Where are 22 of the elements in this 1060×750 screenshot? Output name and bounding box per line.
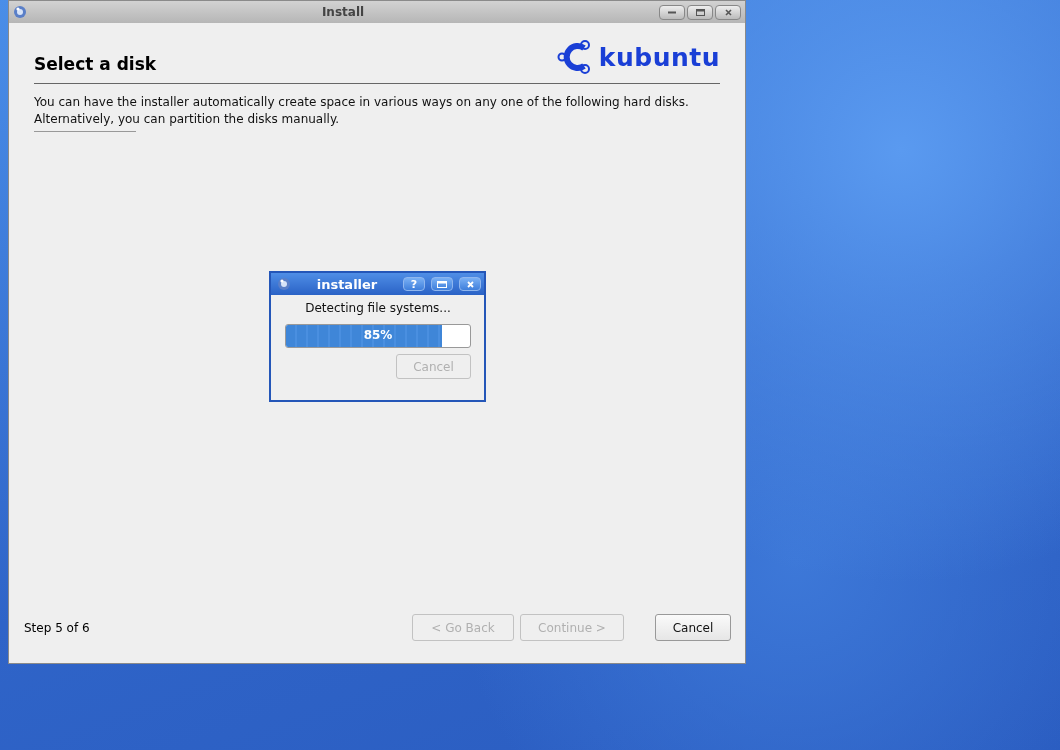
maximize-button[interactable]: [431, 277, 453, 291]
page-title: Select a disk: [34, 54, 157, 74]
close-icon: [466, 280, 474, 288]
close-button[interactable]: [715, 4, 741, 20]
window-title: Install: [320, 5, 366, 19]
status-message: Detecting file systems...: [304, 301, 452, 315]
maximize-icon: [437, 280, 447, 288]
maximize-icon: [695, 8, 705, 16]
minimize-button[interactable]: [659, 4, 685, 20]
description-text: You can have the installer automatically create space in various ways on any one of the following hard disks. Alternatively, you can partition the disks manually.: [34, 94, 690, 128]
close-icon: [724, 8, 732, 16]
maximize-button[interactable]: [687, 4, 713, 20]
step-label: Step 5 of 6: [24, 620, 91, 635]
app-icon: [277, 277, 291, 291]
minimize-icon: [668, 10, 676, 14]
close-button[interactable]: [459, 277, 481, 291]
progress-reading: 85%: [363, 328, 393, 342]
logo-text: kubuntu: [598, 42, 720, 72]
cancel-button[interactable]: Cancel: [655, 614, 731, 641]
dialog-title: installer: [315, 276, 379, 292]
help-button[interactable]: ?: [403, 277, 425, 291]
app-icon: [13, 5, 27, 19]
